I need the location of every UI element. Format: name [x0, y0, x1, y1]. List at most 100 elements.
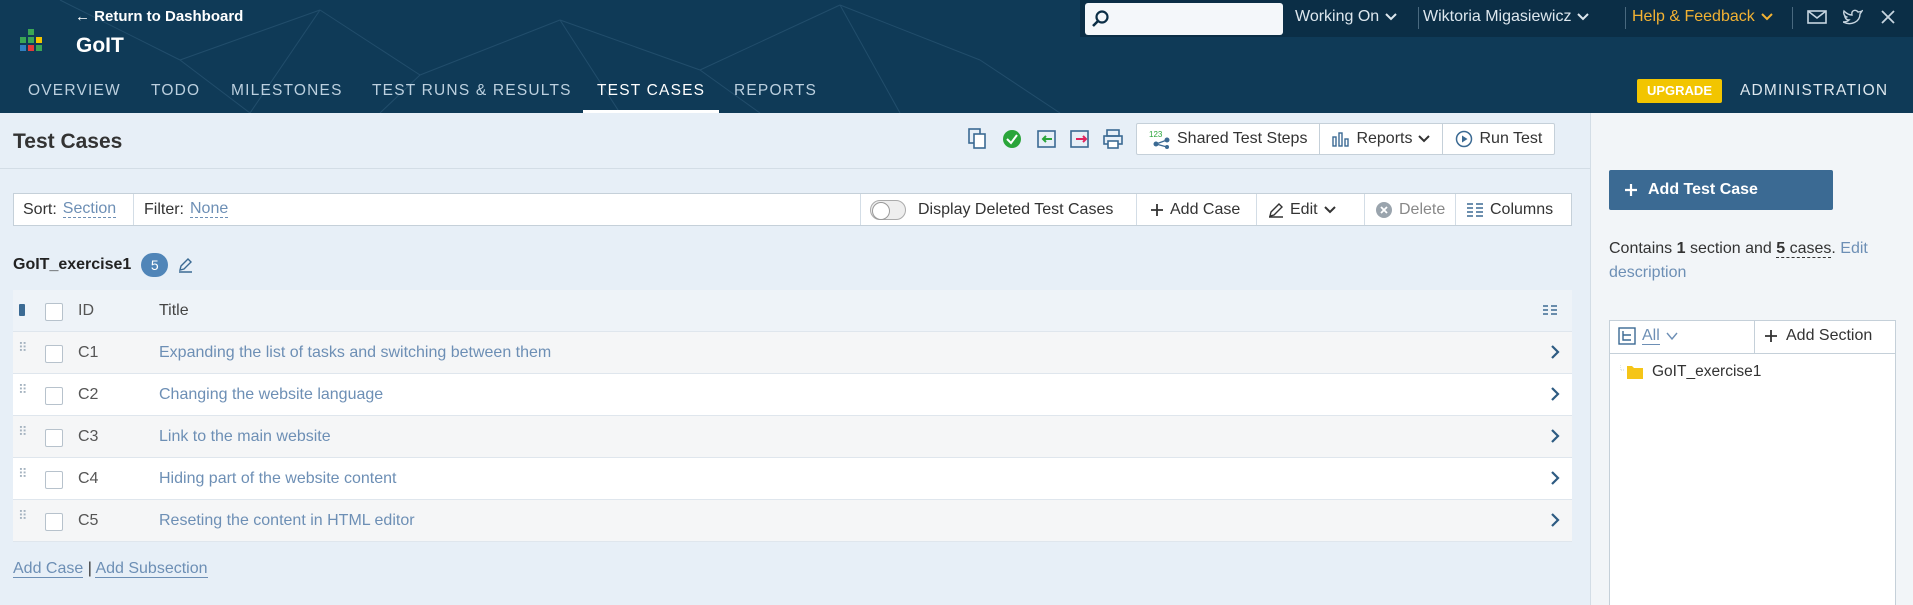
working-on-dropdown[interactable]: Working On [1295, 8, 1397, 26]
sort-control[interactable]: Sort: Section [23, 194, 117, 225]
tab-reports[interactable]: REPORTS [734, 80, 817, 113]
summary-text: section and [1685, 240, 1777, 257]
filter-value-link[interactable]: None [190, 201, 229, 218]
plus-icon [1765, 330, 1777, 342]
reports-dropdown[interactable]: Reports [1320, 124, 1444, 154]
test-cases-table: ID Title ⠿ C1 Expanding the list of task… [13, 290, 1572, 542]
row-checkbox[interactable] [45, 471, 63, 489]
chevron-right-icon[interactable] [1550, 513, 1560, 527]
tab-milestones[interactable]: MILESTONES [231, 80, 343, 113]
close-icon[interactable] [1879, 9, 1897, 25]
drag-handle-icon[interactable]: ⠿ [18, 467, 29, 480]
row-checkbox[interactable] [45, 387, 63, 405]
section-header: GoIT_exercise1 5 [13, 253, 194, 277]
pencil-icon [1269, 202, 1283, 218]
add-subsection-link[interactable]: Add Subsection [95, 560, 208, 578]
working-on-label: Working On [1295, 8, 1380, 25]
return-to-dashboard-link[interactable]: ← Return to Dashboard [75, 8, 243, 25]
drag-handle-icon[interactable]: ⠿ [18, 425, 29, 438]
search-input[interactable] [1115, 3, 1275, 35]
drag-handle-icon[interactable]: ⠿ [18, 341, 29, 354]
tree-filter-label: All [1642, 326, 1660, 345]
export-icon[interactable] [1069, 128, 1091, 150]
chevron-right-icon[interactable] [1550, 429, 1560, 443]
add-section-label: Add Section [1786, 327, 1873, 344]
delete-button[interactable]: Delete [1375, 194, 1445, 225]
add-case-button[interactable]: Add Case [1150, 194, 1240, 225]
case-title-link[interactable]: Reseting the content in HTML editor [159, 512, 415, 530]
row-checkbox[interactable] [45, 513, 63, 531]
sync-icon[interactable] [1001, 128, 1025, 150]
tab-test-cases[interactable]: TEST CASES [583, 80, 720, 113]
select-all-checkbox[interactable] [45, 303, 63, 321]
help-feedback-menu[interactable]: Help & Feedback [1632, 8, 1773, 26]
case-title-link[interactable]: Hiding part of the website content [159, 470, 396, 488]
chevron-down-icon [1418, 135, 1431, 143]
edit-dropdown[interactable]: Edit [1268, 194, 1336, 225]
import-icon[interactable] [1036, 128, 1058, 150]
mail-icon[interactable] [1807, 9, 1827, 25]
filter-control[interactable]: Filter: None [144, 194, 229, 225]
user-name: Wiktoria Migasiewicz [1423, 8, 1572, 25]
help-feedback-label: Help & Feedback [1632, 8, 1755, 25]
section-marker-icon [19, 304, 25, 316]
cases-count-link[interactable]: 5 cases [1776, 240, 1832, 258]
top-bar: Working On Wiktoria Migasiewicz Help & F… [1080, 0, 1913, 37]
table-row[interactable]: ⠿ C5 Reseting the content in HTML editor [13, 500, 1572, 542]
edit-section-icon[interactable] [178, 257, 194, 273]
divider [1256, 194, 1257, 225]
tab-administration[interactable]: ADMINISTRATION [1740, 82, 1888, 100]
tab-overview[interactable]: OVERVIEW [28, 80, 121, 113]
display-deleted-toggle[interactable]: Display Deleted Test Cases [870, 194, 1113, 225]
plus-icon [1625, 184, 1637, 196]
user-menu[interactable]: Wiktoria Migasiewicz [1423, 8, 1590, 26]
edit-label: Edit [1290, 200, 1318, 218]
case-id: C2 [78, 386, 99, 403]
chevron-right-icon[interactable] [1550, 471, 1560, 485]
divider [1754, 321, 1755, 354]
toggle-switch[interactable] [870, 199, 906, 220]
tree-node-section[interactable]: GoIT_exercise1 [1620, 363, 1761, 381]
section-summary: Contains 1 section and 5 cases. Edit des… [1609, 237, 1899, 285]
search-box[interactable] [1085, 3, 1283, 35]
table-row[interactable]: ⠿ C2 Changing the website language [13, 374, 1572, 416]
columns-button[interactable]: Columns [1466, 194, 1553, 225]
drag-handle-icon[interactable]: ⠿ [18, 383, 29, 396]
chevron-right-icon[interactable] [1550, 387, 1560, 401]
chevron-right-icon[interactable] [1550, 345, 1560, 359]
case-title-link[interactable]: Link to the main website [159, 428, 331, 446]
page-title: Test Cases [13, 130, 123, 153]
add-section-button[interactable]: Add Section [1764, 327, 1872, 345]
add-test-case-button[interactable]: Add Test Case [1609, 170, 1833, 210]
twitter-icon[interactable] [1843, 9, 1863, 25]
copy-icon[interactable] [968, 128, 988, 150]
case-toolbar: Sort: Section Filter: None Display Delet… [13, 193, 1572, 226]
drag-handle-icon[interactable]: ⠿ [18, 509, 29, 522]
tree-filter-dropdown[interactable]: All [1618, 327, 1678, 345]
print-icon[interactable] [1102, 128, 1124, 150]
case-title-link[interactable]: Changing the website language [159, 386, 383, 404]
shared-test-steps-button[interactable]: 123 Shared Test Steps [1137, 124, 1321, 154]
add-case-link[interactable]: Add Case [13, 560, 84, 578]
tab-todo[interactable]: TODO [151, 80, 200, 113]
run-test-button[interactable]: Run Test [1443, 124, 1554, 154]
row-checkbox[interactable] [45, 345, 63, 363]
case-title-link[interactable]: Expanding the list of tasks and switchin… [159, 344, 551, 362]
tab-test-runs-results[interactable]: TEST RUNS & RESULTS [372, 80, 572, 113]
main-content: Test Cases 123 Shared Test Steps Reports… [0, 113, 1590, 605]
upgrade-button[interactable]: UPGRADE [1637, 79, 1722, 103]
table-row[interactable]: ⠿ C4 Hiding part of the website content [13, 458, 1572, 500]
sidebar: Add Test Case Contains 1 section and 5 c… [1590, 113, 1913, 605]
row-checkbox[interactable] [45, 429, 63, 447]
tree-node-label: GoIT_exercise1 [1652, 363, 1762, 380]
tree-toolbar: All Add Section [1610, 321, 1895, 354]
display-deleted-label: Display Deleted Test Cases [918, 200, 1114, 218]
table-row[interactable]: ⠿ C1 Expanding the list of tasks and swi… [13, 332, 1572, 374]
divider [0, 168, 1590, 169]
columns-icon[interactable] [1542, 304, 1558, 318]
testrail-logo-icon [20, 29, 42, 51]
sort-value-link[interactable]: Section [62, 201, 117, 218]
sections-count: 1 [1676, 240, 1686, 257]
run-test-label: Run Test [1479, 130, 1543, 147]
table-row[interactable]: ⠿ C3 Link to the main website [13, 416, 1572, 458]
